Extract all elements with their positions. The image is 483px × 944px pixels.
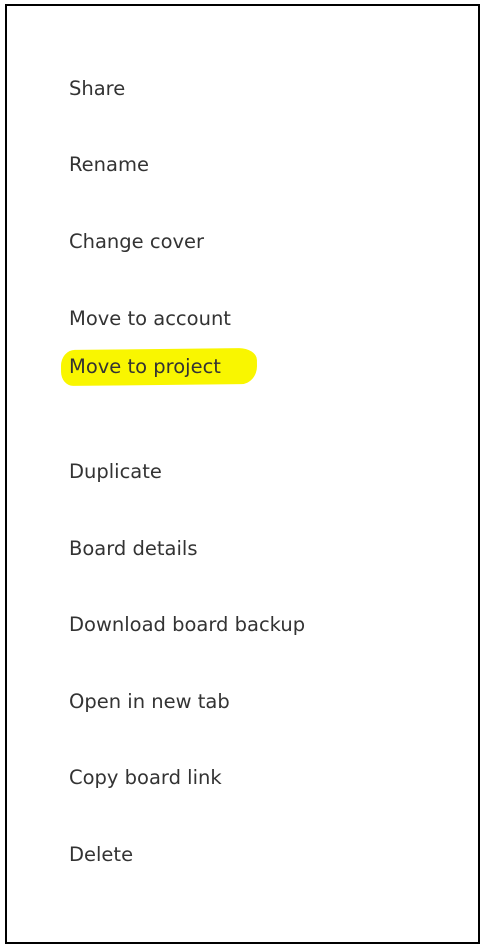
menu-item-change-cover[interactable]: Change cover	[69, 222, 204, 262]
menu-item-label: Copy board link	[69, 766, 222, 789]
menu-item-label: Share	[69, 77, 126, 100]
menu-item-label: Open in new tab	[69, 690, 230, 713]
menu-item-board-details[interactable]: Board details	[69, 529, 197, 569]
menu-item-open-in-new-tab[interactable]: Open in new tab	[69, 682, 230, 722]
menu-item-label: Change cover	[69, 230, 205, 253]
menu-item-download-board-backup[interactable]: Download board backup	[69, 605, 305, 645]
menu-item-label: Duplicate	[69, 460, 162, 483]
menu-item-label: Rename	[69, 153, 149, 176]
menu-item-label: Delete	[69, 843, 134, 866]
menu-item-duplicate[interactable]: Duplicate	[69, 452, 162, 492]
menu-item-label: Move to account	[69, 307, 231, 330]
board-context-menu: Share Rename Change cover Move to accoun…	[5, 4, 480, 944]
menu-item-label: Download board backup	[69, 613, 306, 636]
menu-item-label: Board details	[69, 537, 198, 560]
menu-item-copy-board-link[interactable]: Copy board link	[69, 758, 222, 798]
menu-item-label: Move to project	[69, 355, 221, 378]
menu-item-move-to-project[interactable]: Move to project	[60, 347, 258, 387]
menu-item-share[interactable]: Share	[69, 69, 125, 109]
menu-item-rename[interactable]: Rename	[69, 145, 149, 185]
menu-item-move-to-account[interactable]: Move to account	[69, 299, 231, 339]
menu-item-delete[interactable]: Delete	[69, 835, 133, 875]
